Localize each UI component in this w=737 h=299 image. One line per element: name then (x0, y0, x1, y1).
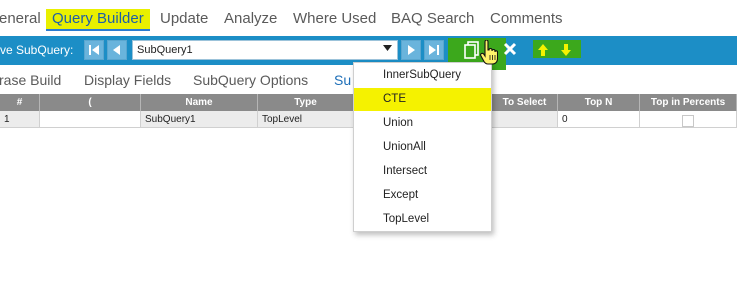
first-subquery-button[interactable] (84, 40, 104, 60)
column-header-top-in-percents[interactable]: Top in Percents (640, 94, 737, 111)
last-icon (429, 45, 439, 55)
option-union[interactable]: Union (354, 112, 491, 135)
tab-analyze[interactable]: Analyze (224, 10, 277, 28)
cell-name[interactable]: SubQuery1 (141, 111, 258, 128)
option-innersubquery[interactable]: InnerSubQuery (354, 64, 491, 87)
option-intersect[interactable]: Intersect (354, 160, 491, 183)
cell-type[interactable]: TopLevel (258, 111, 354, 128)
option-unionall[interactable]: UnionAll (354, 136, 491, 159)
active-subquery-label: ve SubQuery: (0, 43, 74, 57)
subquery-combo-value: SubQuery1 (137, 44, 193, 56)
close-icon (503, 42, 517, 56)
arrow-down-icon (561, 44, 571, 56)
option-except[interactable]: Except (354, 184, 491, 207)
top-in-percents-checkbox[interactable] (682, 115, 694, 127)
subquery-combo[interactable]: SubQuery1 (132, 40, 398, 60)
chevron-down-icon (383, 45, 392, 51)
cell-top-n[interactable]: 0 (558, 111, 640, 128)
cell-to-select[interactable] (492, 111, 558, 128)
last-subquery-button[interactable] (424, 40, 444, 60)
move-down-button[interactable] (561, 43, 571, 61)
next-icon (408, 45, 415, 55)
next-subquery-button[interactable] (401, 40, 421, 60)
move-buttons-area (533, 40, 581, 58)
main-tab-bar: eneral Query Builder Update Analyze Wher… (0, 0, 737, 36)
tab-general[interactable]: eneral (0, 10, 41, 28)
previous-icon (113, 45, 120, 55)
delete-subquery-button[interactable] (503, 42, 517, 61)
arrow-up-icon (538, 44, 548, 56)
tab-query-builder[interactable]: Query Builder (46, 9, 150, 31)
column-header-to-select[interactable]: To Select (492, 94, 558, 111)
column-header-top-n[interactable]: Top N (558, 94, 640, 111)
tab-where-used[interactable]: Where Used (293, 10, 376, 28)
move-up-button[interactable] (538, 43, 548, 61)
previous-subquery-button[interactable] (107, 40, 127, 60)
tab-comments[interactable]: Comments (490, 10, 563, 28)
subquery-toolbar: ve SubQuery: SubQuery1 (0, 36, 737, 70)
cell-number[interactable]: 1 (0, 111, 40, 128)
option-cte[interactable]: CTE (354, 88, 491, 111)
column-header-number[interactable]: # (0, 94, 40, 111)
cell-open-paren[interactable] (40, 111, 141, 128)
column-header-open-paren[interactable]: ( (40, 94, 141, 111)
column-header-name[interactable]: Name (141, 94, 258, 111)
tab-baq-search[interactable]: BAQ Search (391, 10, 474, 28)
column-header-type[interactable]: Type (258, 94, 354, 111)
option-toplevel[interactable]: TopLevel (354, 208, 491, 231)
hand-cursor-icon (480, 39, 499, 71)
subquery-type-dropdown: InnerSubQuery CTE Union UnionAll Interse… (353, 62, 492, 232)
first-icon (89, 45, 99, 55)
tab-update[interactable]: Update (160, 10, 208, 28)
